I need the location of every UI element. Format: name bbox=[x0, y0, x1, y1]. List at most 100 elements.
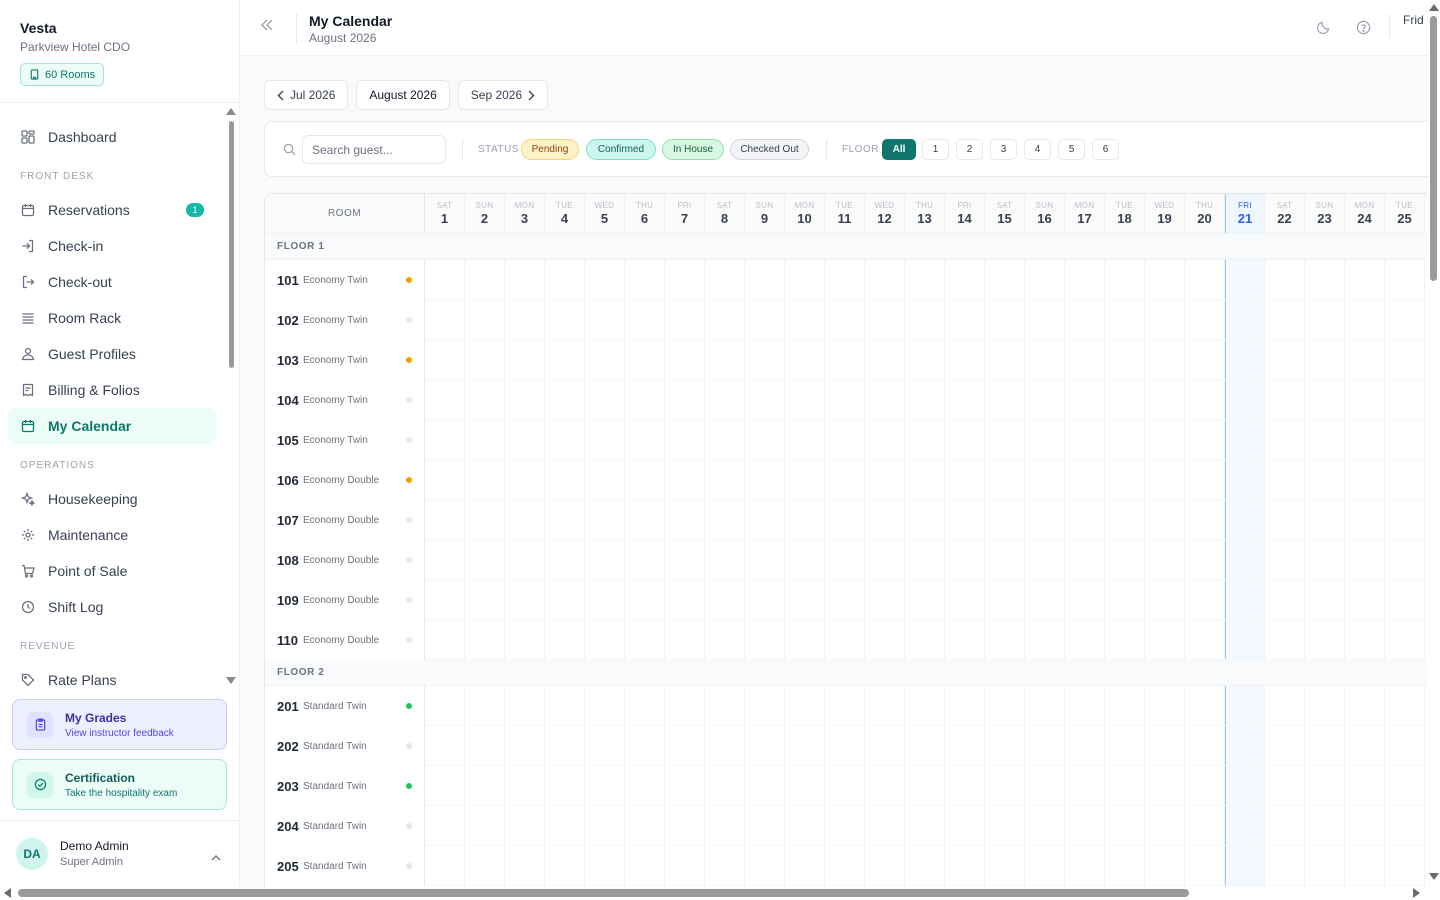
sidebar-item-reservations[interactable]: Reservations 1 bbox=[8, 192, 216, 228]
day-header[interactable]: SAT 22 bbox=[1265, 194, 1305, 234]
room-row-header[interactable]: 109 Economy Double bbox=[265, 580, 425, 620]
sidebar-item-rate-plans[interactable]: Rate Plans bbox=[8, 662, 216, 690]
day-header[interactable]: THU 13 bbox=[905, 194, 945, 234]
day-column-line bbox=[784, 234, 785, 887]
horizontal-scroll-thumb[interactable] bbox=[18, 889, 1189, 897]
user-name: Demo Admin bbox=[60, 839, 129, 853]
room-row-header[interactable]: 202 Standard Twin bbox=[265, 726, 425, 766]
day-header[interactable]: WED 12 bbox=[865, 194, 905, 234]
day-header[interactable]: TUE 18 bbox=[1105, 194, 1145, 234]
sidebar-item-label: Rate Plans bbox=[48, 672, 117, 688]
scroll-down-arrow[interactable] bbox=[1429, 873, 1439, 880]
status-chip-checked-out[interactable]: Checked Out bbox=[730, 139, 809, 160]
floor-filter-1[interactable]: 1 bbox=[922, 139, 949, 160]
day-header[interactable]: FRI 7 bbox=[665, 194, 705, 234]
sidebar-item-maintenance[interactable]: Maintenance bbox=[8, 517, 216, 553]
floor-filter-5[interactable]: 5 bbox=[1058, 139, 1085, 160]
floor-filter-all[interactable]: All bbox=[882, 139, 916, 160]
search-input[interactable] bbox=[302, 135, 446, 164]
room-number: 102 bbox=[277, 312, 299, 328]
status-chip-confirmed[interactable]: Confirmed bbox=[586, 139, 656, 160]
scroll-left-arrow[interactable] bbox=[4, 888, 11, 898]
user-menu[interactable]: DA Demo Admin Super Admin bbox=[0, 820, 239, 886]
room-row-header[interactable]: 203 Standard Twin bbox=[265, 766, 425, 806]
day-header[interactable]: TUE 4 bbox=[545, 194, 585, 234]
floor-filter-3[interactable]: 3 bbox=[990, 139, 1017, 160]
certification-card[interactable]: Certification Take the hospitality exam bbox=[12, 759, 227, 810]
sidebar-item-billing-folios[interactable]: Billing & Folios bbox=[8, 372, 216, 408]
day-column-line bbox=[1264, 234, 1265, 887]
page-vertical-scrollbar[interactable] bbox=[1428, 0, 1440, 887]
next-month-button[interactable]: Sep 2026 bbox=[457, 80, 549, 110]
day-column-line bbox=[1384, 234, 1385, 887]
day-header[interactable]: SAT 15 bbox=[985, 194, 1025, 234]
day-header[interactable]: FRI 14 bbox=[945, 194, 985, 234]
sidebar-item-guest-profiles[interactable]: Guest Profiles bbox=[8, 336, 216, 372]
sidebar-item-check-out[interactable]: Check-out bbox=[8, 264, 216, 300]
room-type: Standard Twin bbox=[303, 780, 367, 792]
moon-icon[interactable] bbox=[1316, 20, 1331, 40]
day-header[interactable]: MON 17 bbox=[1065, 194, 1105, 234]
login-icon bbox=[20, 238, 36, 254]
room-row-header[interactable]: 101 Economy Twin bbox=[265, 260, 425, 300]
day-number: 25 bbox=[1397, 211, 1412, 226]
day-header[interactable]: TUE 25 bbox=[1385, 194, 1425, 234]
sidebar-item-shift-log[interactable]: Shift Log bbox=[8, 589, 216, 625]
sidebar-scroll-up[interactable] bbox=[226, 108, 236, 115]
day-header[interactable]: MON 3 bbox=[505, 194, 545, 234]
day-header[interactable]: THU 20 bbox=[1185, 194, 1225, 234]
day-header[interactable]: TUE 11 bbox=[825, 194, 865, 234]
room-row-header[interactable]: 205 Standard Twin bbox=[265, 846, 425, 886]
floor-filter-4[interactable]: 4 bbox=[1024, 139, 1051, 160]
room-row-header[interactable]: 107 Economy Double bbox=[265, 500, 425, 540]
sidebar-item-my-calendar[interactable]: My Calendar bbox=[8, 408, 216, 444]
scroll-up-arrow[interactable] bbox=[1429, 4, 1439, 11]
day-header[interactable]: SUN 23 bbox=[1305, 194, 1345, 234]
sidebar-scroll-down[interactable] bbox=[226, 677, 236, 684]
scroll-right-arrow[interactable] bbox=[1413, 888, 1420, 898]
room-row-header[interactable]: 103 Economy Twin bbox=[265, 340, 425, 380]
current-month-button[interactable]: August 2026 bbox=[356, 80, 450, 110]
room-status-dot bbox=[406, 437, 412, 443]
room-row-header[interactable]: 204 Standard Twin bbox=[265, 806, 425, 846]
day-header[interactable]: FRI 21 bbox=[1225, 194, 1265, 234]
room-row-header[interactable]: 104 Economy Twin bbox=[265, 380, 425, 420]
room-row-header[interactable]: 201 Standard Twin bbox=[265, 686, 425, 726]
help-icon[interactable] bbox=[1356, 20, 1371, 40]
room-row-header[interactable]: 105 Economy Twin bbox=[265, 420, 425, 460]
sidebar-item-check-in[interactable]: Check-in bbox=[8, 228, 216, 264]
room-row-header[interactable]: 102 Economy Twin bbox=[265, 300, 425, 340]
room-row-header[interactable]: 106 Economy Double bbox=[265, 460, 425, 500]
sidebar-item-dashboard[interactable]: Dashboard bbox=[8, 119, 216, 155]
sidebar-item-point-of-sale[interactable]: Point of Sale bbox=[8, 553, 216, 589]
day-of-week: SAT bbox=[436, 201, 453, 210]
cart-icon bbox=[20, 563, 36, 579]
sidebar-item-room-rack[interactable]: Room Rack bbox=[8, 300, 216, 336]
day-header[interactable]: THU 6 bbox=[625, 194, 665, 234]
day-header[interactable]: WED 5 bbox=[585, 194, 625, 234]
vertical-scroll-thumb[interactable] bbox=[1430, 16, 1437, 281]
clipboard-icon bbox=[27, 711, 53, 738]
room-row-header[interactable]: 108 Economy Double bbox=[265, 540, 425, 580]
day-header[interactable]: MON 24 bbox=[1345, 194, 1385, 234]
top-header: My Calendar August 2026 Frid bbox=[240, 0, 1428, 56]
floor-filter-2[interactable]: 2 bbox=[956, 139, 983, 160]
day-header[interactable]: SAT 8 bbox=[705, 194, 745, 234]
my-grades-card[interactable]: My Grades View instructor feedback bbox=[12, 699, 227, 750]
day-header[interactable]: MON 10 bbox=[785, 194, 825, 234]
collapse-sidebar-icon[interactable] bbox=[260, 18, 274, 37]
sidebar-scrollbar[interactable] bbox=[229, 121, 234, 368]
day-header[interactable]: SUN 16 bbox=[1025, 194, 1065, 234]
prev-month-button[interactable]: Jul 2026 bbox=[264, 80, 349, 110]
row-line bbox=[425, 499, 1428, 500]
room-row-header[interactable]: 110 Economy Double bbox=[265, 620, 425, 660]
status-chip-pending[interactable]: Pending bbox=[521, 139, 579, 160]
sidebar-item-housekeeping[interactable]: Housekeeping bbox=[8, 481, 216, 517]
day-header[interactable]: SUN 2 bbox=[465, 194, 505, 234]
day-header[interactable]: WED 19 bbox=[1145, 194, 1185, 234]
page-horizontal-scrollbar[interactable] bbox=[0, 887, 1440, 900]
floor-filter-6[interactable]: 6 bbox=[1092, 139, 1119, 160]
day-header[interactable]: SAT 1 bbox=[425, 194, 465, 234]
status-chip-in-house[interactable]: In House bbox=[662, 139, 724, 160]
day-header[interactable]: SUN 9 bbox=[745, 194, 785, 234]
